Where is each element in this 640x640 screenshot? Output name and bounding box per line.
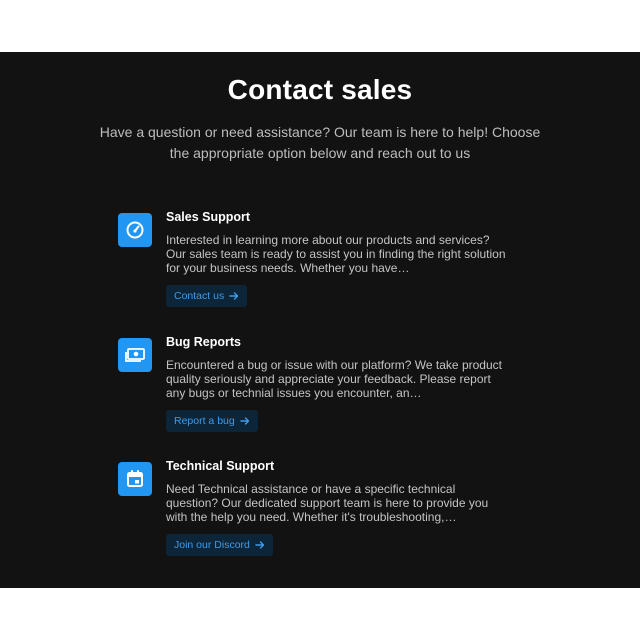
card-description: Need Technical assistance or have a spec…	[166, 482, 489, 524]
arrow-right-icon	[240, 417, 249, 425]
button-label: Report a bug	[174, 415, 235, 427]
card-title: Sales Support	[166, 210, 251, 224]
card-title: Technical Support	[166, 459, 275, 473]
arrow-right-icon	[255, 541, 265, 549]
report-bug-button[interactable]: Report a bug	[166, 410, 258, 432]
money-icon	[118, 338, 152, 372]
calendar-icon	[118, 462, 152, 496]
join-discord-button[interactable]: Join our Discord	[166, 534, 273, 556]
arrow-right-icon	[229, 292, 239, 300]
card-title: Bug Reports	[166, 335, 241, 349]
card-description: Encountered a bug or issue with our plat…	[166, 358, 502, 400]
page-title: Contact sales	[227, 74, 413, 105]
button-label: Join our Discord	[174, 539, 250, 551]
contact-us-button[interactable]: Contact us	[166, 285, 248, 307]
speedometer-icon	[118, 213, 152, 247]
page-subtitle: Have a question or need assistance? Our …	[99, 124, 541, 161]
card-description: Interested in learning more about our pr…	[166, 233, 506, 275]
button-label: Contact us	[174, 290, 225, 302]
